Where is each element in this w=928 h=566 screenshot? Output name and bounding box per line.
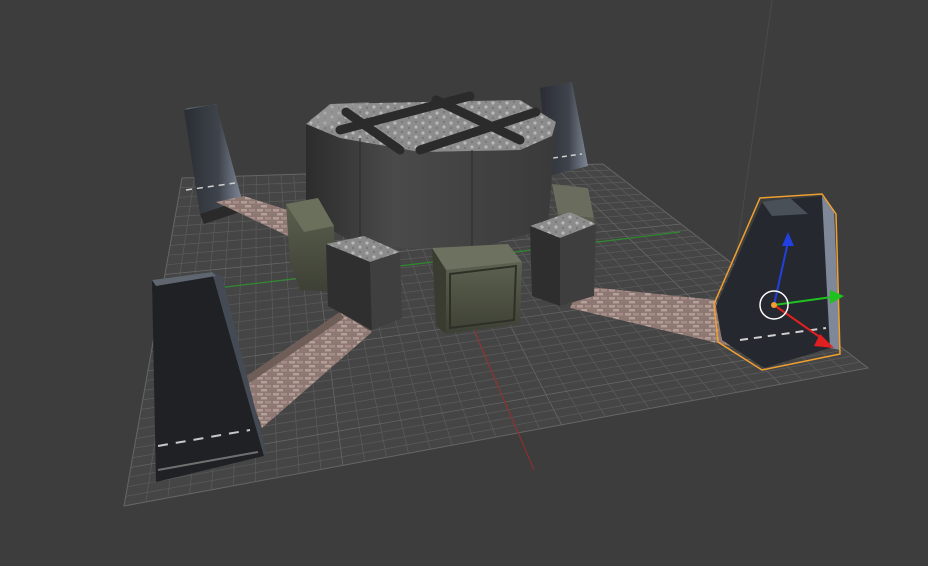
block-right[interactable] [530,212,596,306]
pivot-point-icon [771,302,777,308]
central-tower[interactable] [306,91,556,250]
3d-viewport[interactable] [0,0,928,566]
scene-canvas[interactable] [0,0,928,566]
crate-front[interactable] [432,244,522,334]
